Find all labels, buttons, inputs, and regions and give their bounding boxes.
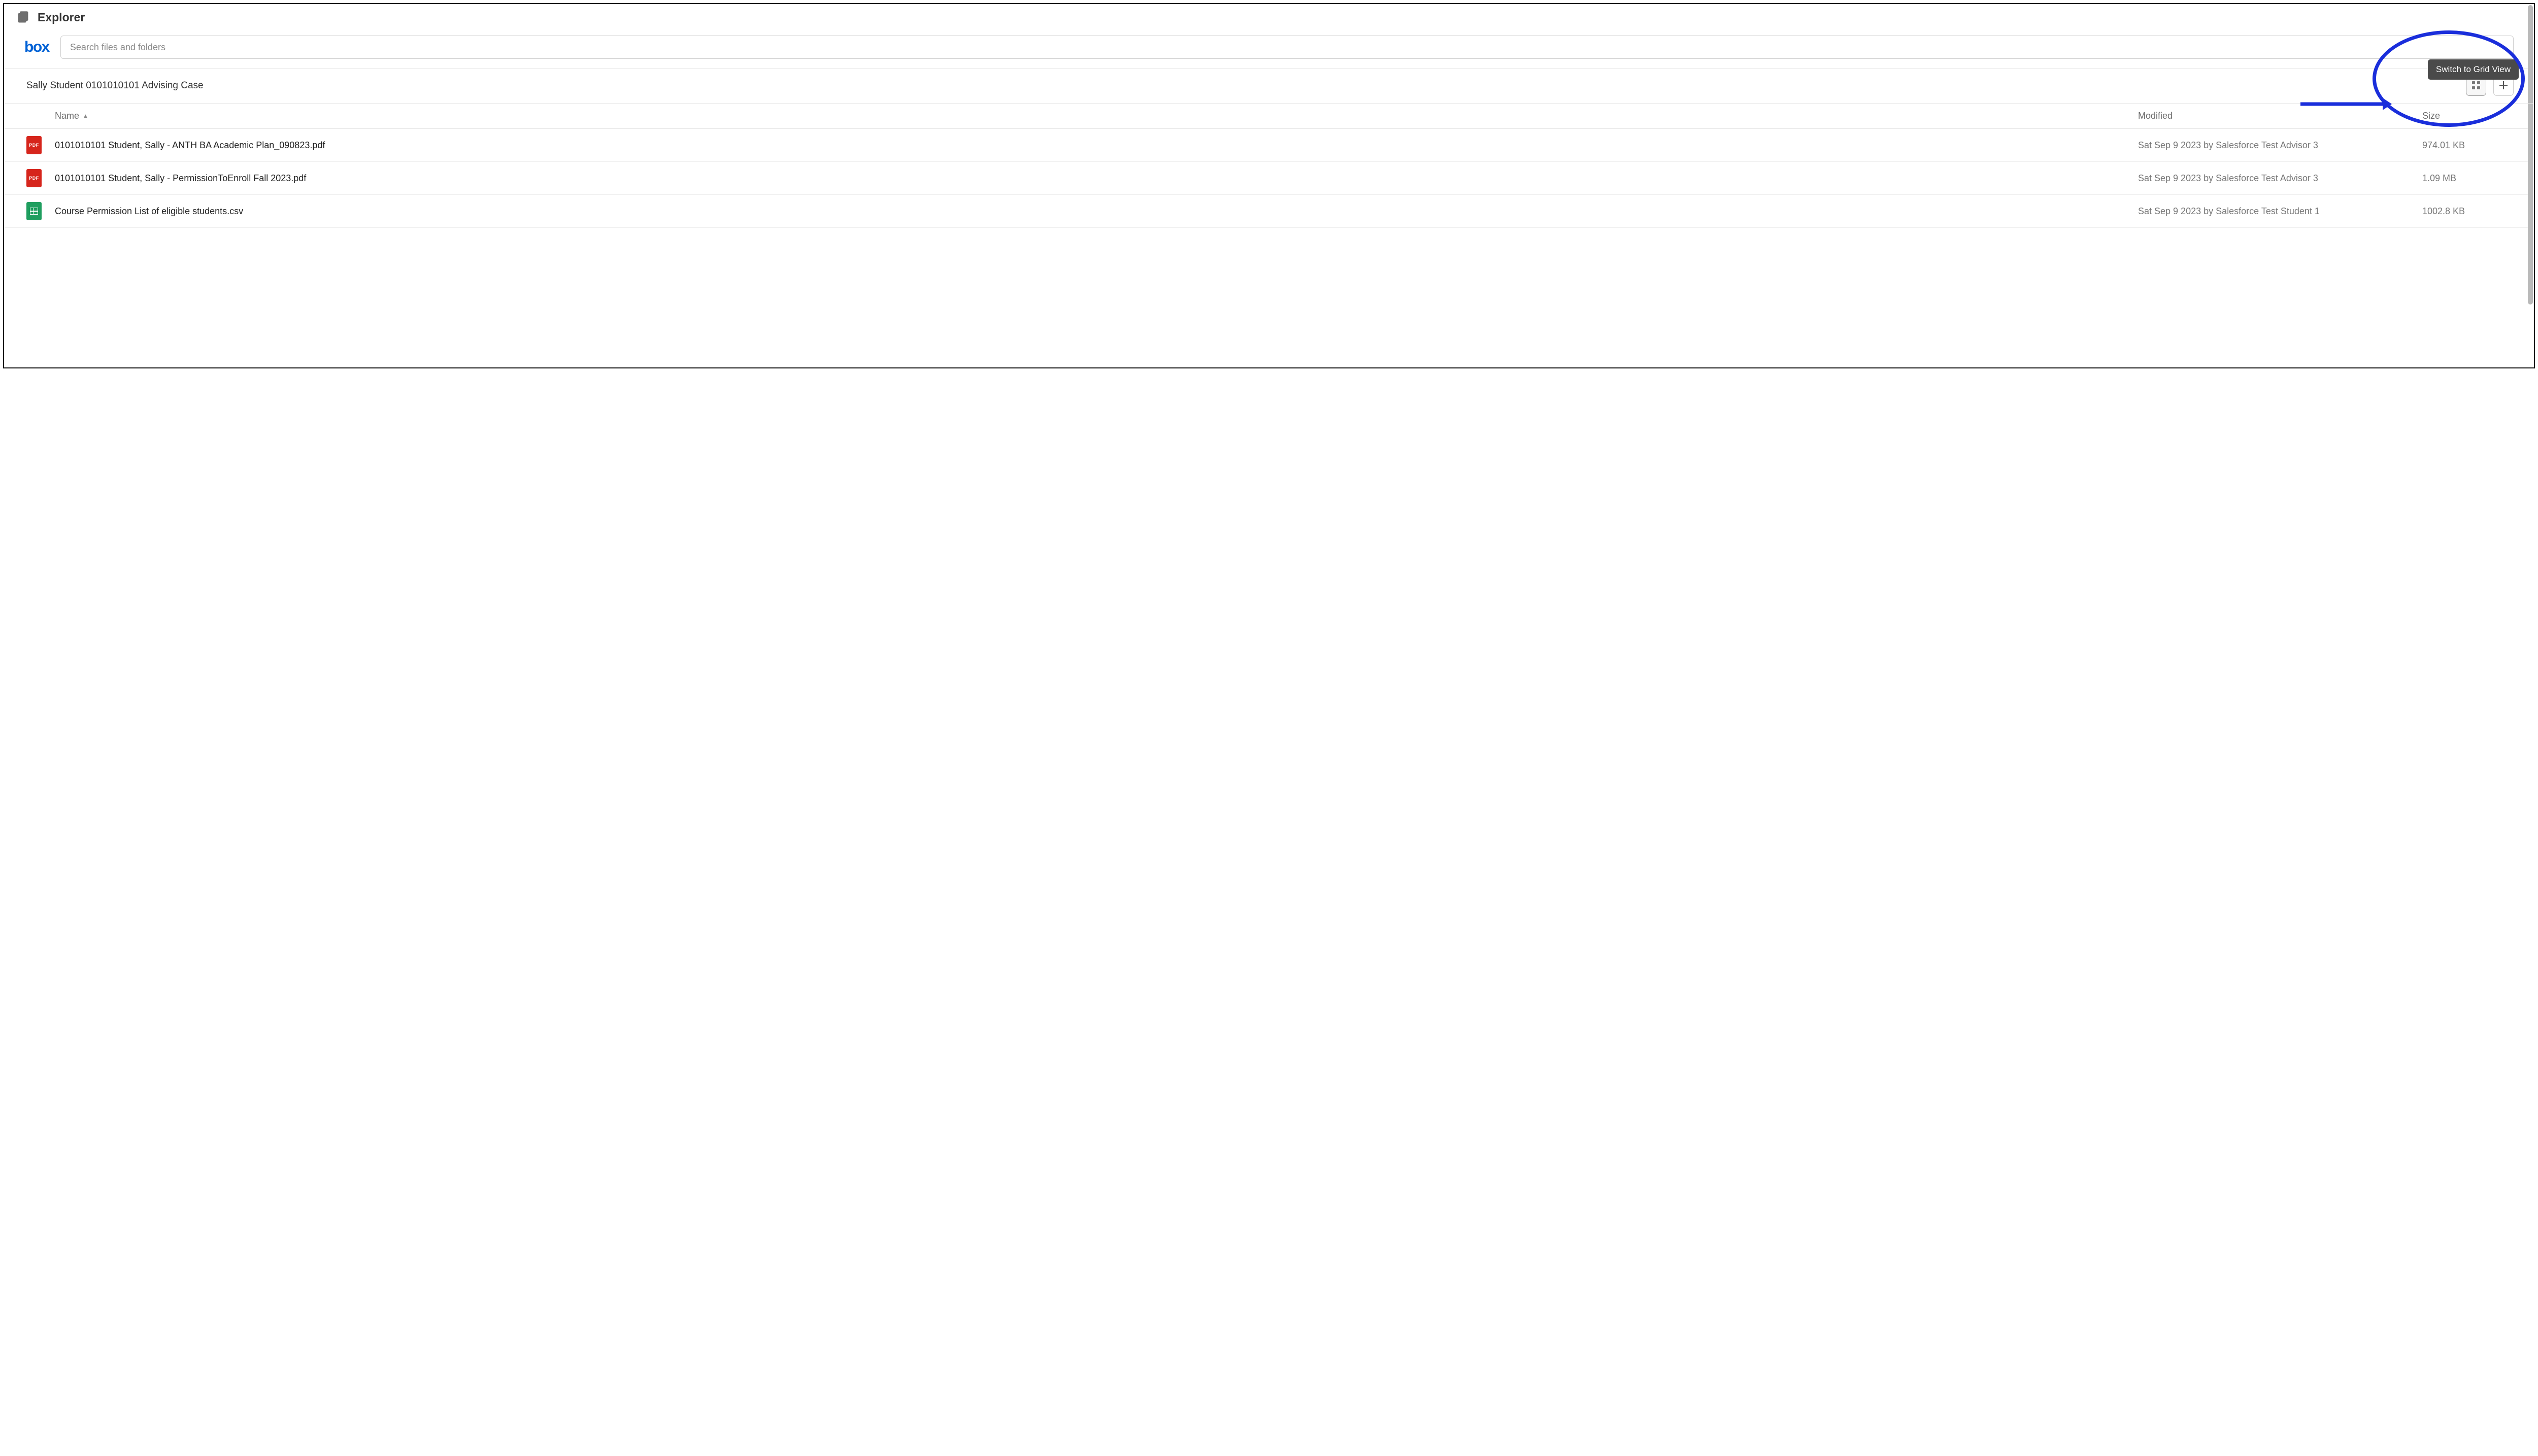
grid-icon	[2472, 81, 2481, 91]
breadcrumb-row: Sally Student 0101010101 Advising Case S…	[4, 69, 2534, 104]
column-modified-label: Modified	[2138, 111, 2173, 121]
file-row[interactable]: Course Permission List of eligible stude…	[4, 195, 2534, 228]
file-table-header: Name ▲ Modified Size	[4, 104, 2534, 129]
file-size: 1002.8 KB	[2422, 206, 2514, 217]
search-input[interactable]	[60, 36, 2514, 59]
file-icon-cell: PDF	[26, 169, 55, 187]
column-size-label: Size	[2422, 111, 2440, 121]
column-header-size[interactable]: Size	[2422, 111, 2514, 121]
breadcrumb[interactable]: Sally Student 0101010101 Advising Case	[26, 80, 204, 91]
column-name-label: Name	[55, 111, 79, 121]
pdf-badge-label: PDF	[29, 143, 39, 148]
panel-header: Explorer	[4, 4, 2534, 30]
file-modified: Sat Sep 9 2023 by Salesforce Test Adviso…	[2138, 173, 2422, 184]
file-icon-cell	[26, 202, 55, 220]
sort-ascending-icon: ▲	[82, 112, 89, 120]
file-icon-cell: PDF	[26, 136, 55, 154]
explorer-window: Explorer box Sally Student 0101010101 Ad…	[3, 3, 2535, 368]
spreadsheet-file-icon	[26, 202, 42, 220]
file-list: PDF 0101010101 Student, Sally - ANTH BA A…	[4, 129, 2534, 228]
spreadsheet-grid-icon	[30, 208, 38, 215]
grid-view-tooltip: Switch to Grid View	[2428, 59, 2519, 80]
file-name[interactable]: Course Permission List of eligible stude…	[55, 206, 2138, 217]
column-header-modified[interactable]: Modified	[2138, 111, 2422, 121]
pdf-badge-label: PDF	[29, 176, 39, 181]
file-name[interactable]: 0101010101 Student, Sally - ANTH BA Acad…	[55, 140, 2138, 151]
pdf-file-icon: PDF	[26, 169, 42, 187]
file-name[interactable]: 0101010101 Student, Sally - PermissionTo…	[55, 173, 2138, 184]
plus-icon	[2498, 80, 2509, 92]
file-size: 1.09 MB	[2422, 173, 2514, 184]
file-row[interactable]: PDF 0101010101 Student, Sally - Permissio…	[4, 162, 2534, 195]
file-size: 974.01 KB	[2422, 140, 2514, 151]
panel-title: Explorer	[38, 11, 85, 24]
file-modified: Sat Sep 9 2023 by Salesforce Test Adviso…	[2138, 140, 2422, 151]
search-bar-row: box	[4, 30, 2534, 69]
vertical-scrollbar[interactable]	[2528, 5, 2533, 366]
file-row[interactable]: PDF 0101010101 Student, Sally - ANTH BA A…	[4, 129, 2534, 162]
column-header-name[interactable]: Name ▲	[55, 111, 2138, 121]
scrollbar-thumb[interactable]	[2528, 5, 2533, 304]
file-modified: Sat Sep 9 2023 by Salesforce Test Studen…	[2138, 206, 2422, 217]
explorer-icon	[16, 10, 30, 24]
pdf-file-icon: PDF	[26, 136, 42, 154]
box-logo: box	[24, 39, 49, 56]
